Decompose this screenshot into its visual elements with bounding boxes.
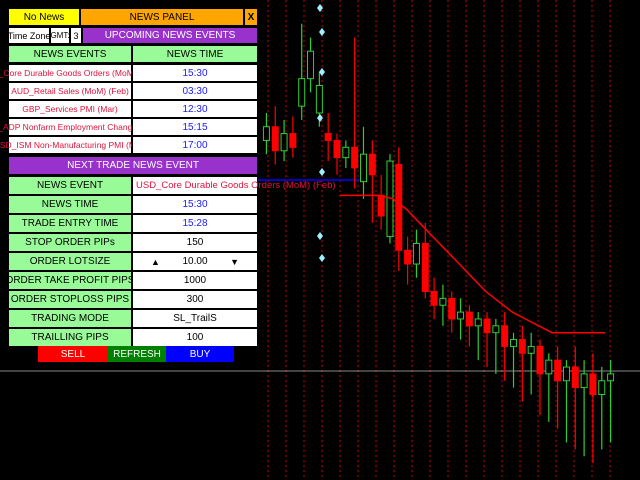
arrow-up-icon[interactable]: ▲: [151, 257, 160, 267]
candle-body: [545, 359, 553, 375]
news-event-name: GBP_Services PMI (Mar): [8, 100, 132, 118]
candle-body: [474, 318, 482, 327]
news-time-label: NEWS TIME: [8, 195, 132, 214]
candle-body: [271, 126, 279, 152]
news-event-value: USD_Core Durable Goods Orders (MoM) (Feb…: [132, 176, 336, 195]
candle-body: [439, 297, 447, 306]
candle-body: [554, 359, 562, 382]
gmt-input[interactable]: 3: [70, 27, 82, 44]
candle-body: [368, 153, 376, 176]
next-trade-header: NEXT TRADE NEWS EVENT: [8, 156, 258, 175]
news-event-time: 15:15: [132, 118, 258, 136]
lot-size-value[interactable]: 10.00: [182, 256, 207, 267]
candle-body: [527, 345, 535, 354]
candle-body: [483, 318, 491, 334]
candle-body: [421, 242, 429, 292]
candle-body: [315, 85, 323, 114]
news-event-name: USD_ADP Nonfarm Employment Change (Mar): [0, 118, 160, 136]
column-header-time: NEWS TIME: [132, 45, 258, 63]
news-event-name: AUD_Retail Sales (MoM) (Feb): [8, 82, 132, 100]
candle-body: [492, 325, 500, 334]
no-news-indicator: No News: [8, 8, 80, 26]
trailing-pips-label: TRAILLING PIPS: [8, 328, 132, 347]
news-event-time: 15:30: [132, 64, 258, 82]
sell-button[interactable]: SELL: [38, 346, 108, 362]
candle-body: [342, 146, 350, 159]
candle-body: [580, 373, 588, 389]
refresh-button[interactable]: REFRESH: [108, 346, 166, 362]
candle-body: [571, 366, 579, 389]
news-event-time: 03:30: [132, 82, 258, 100]
candle-body: [359, 153, 367, 183]
stop-pips-input[interactable]: 150: [132, 233, 258, 252]
trailing-pips-input[interactable]: 100: [132, 328, 258, 347]
stop-pips-label: STOP ORDER PIPs: [8, 233, 132, 252]
signal-marker: [319, 28, 325, 36]
signal-marker: [319, 254, 325, 262]
news-event-name: USD_ISM Non-Manufacturing PMI (Mar): [0, 136, 146, 154]
candle-body: [280, 133, 288, 152]
news-time-value: 15:30: [132, 195, 258, 214]
candle-body: [395, 163, 403, 251]
take-profit-label: ORDER TAKE PROFIT PIPS: [6, 271, 134, 290]
signal-marker: [317, 232, 323, 240]
candle-body: [351, 146, 359, 169]
candle-body: [307, 50, 315, 80]
gmt-label: GMT:: [50, 27, 70, 44]
candle-body: [510, 339, 518, 347]
candle-body: [457, 311, 465, 320]
candle-body: [333, 139, 341, 159]
candle-body: [536, 345, 544, 375]
column-header-events: NEWS EVENTS: [8, 45, 132, 63]
trade-entry-label: TRADE ENTRY TIME: [8, 214, 132, 233]
news-event-name: USD_Core Durable Goods Orders (MoM) (Feb…: [0, 64, 159, 82]
news-event-label: NEWS EVENT: [8, 176, 132, 195]
candle-body: [598, 380, 606, 395]
take-profit-input[interactable]: 1000: [132, 271, 258, 290]
news-event-time: 12:30: [132, 100, 258, 118]
arrow-down-icon[interactable]: ▼: [230, 257, 239, 267]
candle-body: [518, 339, 526, 354]
lot-size-label: ORDER LOTSIZE: [8, 252, 132, 271]
candle-body: [448, 297, 456, 320]
buy-button[interactable]: BUY: [166, 346, 234, 362]
stop-loss-label: ORDER STOPLOSS PIPS: [8, 290, 132, 309]
candle-body: [607, 373, 615, 382]
candle-body: [377, 194, 385, 217]
candle-body: [465, 311, 473, 327]
candle-body: [412, 242, 420, 265]
candle-body: [289, 133, 297, 148]
candle-body: [589, 373, 597, 395]
candle-body: [324, 133, 332, 141]
candle-body: [404, 249, 412, 265]
timezone-label: Time Zone: [8, 27, 50, 44]
signal-marker: [319, 168, 325, 176]
upcoming-news-header: UPCOMING NEWS EVENTS: [82, 27, 258, 44]
candle-body: [501, 325, 509, 347]
candle-body: [562, 366, 570, 382]
close-button[interactable]: X: [244, 8, 258, 26]
panel-title: NEWS PANEL: [80, 8, 244, 26]
stop-loss-input[interactable]: 300: [132, 290, 258, 309]
news-event-time: 17:00: [132, 136, 258, 154]
candle-body: [262, 126, 270, 141]
candle-body: [298, 78, 306, 107]
trading-mode-label: TRADING MODE: [8, 309, 132, 328]
trading-mode-value[interactable]: SL_TrailS: [132, 309, 258, 328]
candle-body: [430, 290, 438, 306]
trade-entry-value: 15:28: [132, 214, 258, 233]
lot-size-stepper: ▲ 10.00 ▼: [132, 252, 258, 271]
